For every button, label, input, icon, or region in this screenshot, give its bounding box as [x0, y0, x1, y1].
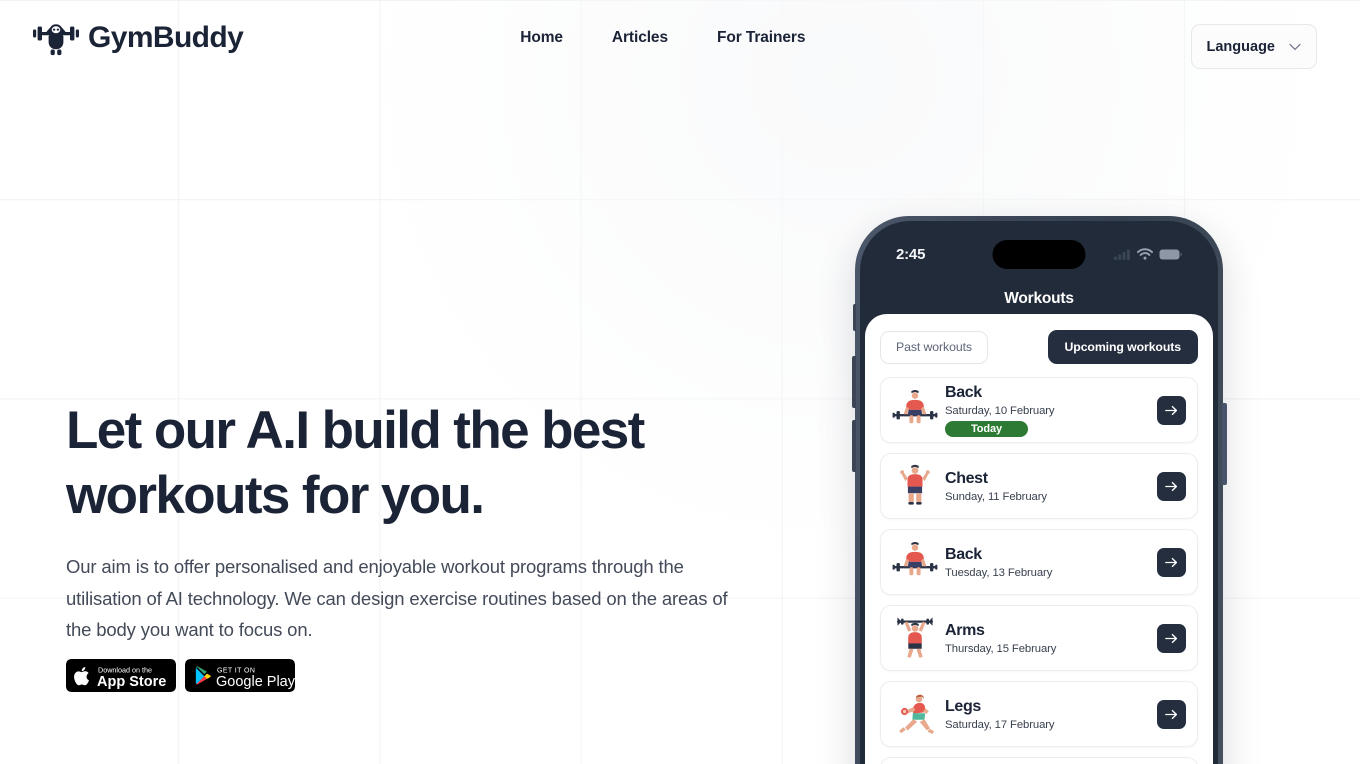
hero-paragraph: Our aim is to offer personalised and enj…: [66, 556, 728, 640]
battery-icon: [1159, 249, 1182, 259]
workout-card[interactable]: Back Tuesday, 13 February: [880, 529, 1198, 595]
app-store-badges: Download on the App Store GET IT ON Goog…: [66, 658, 706, 692]
svg-text:App Store: App Store: [97, 674, 166, 690]
deadlift-icon: [892, 390, 938, 424]
hero-headline: Let our A.I build the best workouts for …: [66, 401, 645, 525]
workout-name: Back: [945, 545, 982, 563]
workout-list: Back Saturday, 10 February Today Chest S…: [880, 377, 1198, 764]
workout-open-button[interactable]: [1157, 471, 1186, 501]
chevron-down-icon: [1289, 43, 1301, 50]
workout-date: Sunday, 11 February: [945, 490, 1047, 503]
workout-date: Tuesday, 13 February: [945, 566, 1053, 579]
language-label: Language: [1206, 38, 1275, 55]
workout-card[interactable]: Chest Monday, 19 February: [880, 757, 1198, 764]
arrow-right-icon: [1165, 633, 1178, 643]
app-screen-title: Workouts: [1004, 290, 1074, 307]
status-badge: Today: [945, 421, 1029, 437]
workout-date: Saturday, 10 February: [945, 405, 1055, 417]
workout-card[interactable]: Chest Sunday, 11 February: [880, 453, 1198, 519]
workout-tabs: Past workouts Upcoming workouts: [880, 330, 1198, 364]
hero-section: Let our A.I build the best workouts for …: [66, 398, 728, 692]
app-store-badge[interactable]: Download on the App Store: [66, 658, 176, 692]
workout-info: Arms Thursday, 15 February: [945, 621, 1157, 656]
svg-text:Google Play: Google Play: [216, 674, 295, 690]
phone-mockup: 2:45 Workouts Past workouts Upcoming wor…: [851, 216, 1227, 764]
dynamic-island: [992, 240, 1086, 269]
app-content: Past workouts Upcoming workouts Back Sat…: [865, 314, 1213, 764]
nav-item-home[interactable]: Home: [520, 29, 563, 47]
nav-item-articles[interactable]: Articles: [612, 29, 668, 47]
arrow-right-icon: [1165, 405, 1178, 415]
phone-volume-down-button: [851, 420, 856, 472]
phone-screen: 2:45 Workouts Past workouts Upcoming wor…: [865, 226, 1213, 764]
phone-frame: 2:45 Workouts Past workouts Upcoming wor…: [851, 216, 1227, 764]
weightlifter-icon: [33, 24, 79, 56]
workout-card[interactable]: Legs Saturday, 17 February: [880, 681, 1198, 747]
phone-power-button: [1222, 403, 1227, 485]
tab-upcoming-workouts[interactable]: Upcoming workouts: [1047, 330, 1198, 364]
arrow-right-icon: [1165, 709, 1178, 719]
google-play-badge[interactable]: GET IT ON Google Play: [185, 658, 295, 692]
workout-open-button[interactable]: [1157, 699, 1186, 729]
deadlift-icon: [892, 542, 938, 576]
wifi-icon: [1137, 248, 1153, 260]
workout-name: Legs: [945, 697, 981, 715]
chest-press-icon: [900, 464, 930, 505]
main-nav: Home Articles For Trainers: [520, 29, 805, 47]
workout-open-button[interactable]: [1157, 547, 1186, 577]
workout-info: Back Saturday, 10 February Today: [945, 383, 1157, 437]
tab-past-workouts[interactable]: Past workouts: [880, 330, 988, 364]
workout-open-button[interactable]: [1157, 395, 1186, 425]
lunge-icon: [899, 694, 934, 734]
workout-date: Thursday, 15 February: [945, 642, 1057, 655]
overhead-press-icon: [897, 617, 933, 658]
workout-card[interactable]: Arms Thursday, 15 February: [880, 605, 1198, 671]
workout-name: Arms: [945, 621, 985, 639]
phone-mute-switch: [852, 304, 856, 331]
workout-card[interactable]: Back Saturday, 10 February Today: [880, 377, 1198, 443]
workout-info: Legs Saturday, 17 February: [945, 697, 1157, 732]
workout-name: Chest: [945, 469, 988, 487]
workout-date: Saturday, 17 February: [945, 718, 1055, 731]
status-time: 2:45: [896, 245, 926, 263]
language-selector[interactable]: Language: [1190, 24, 1317, 69]
workout-info: Chest Sunday, 11 February: [945, 469, 1157, 504]
status-bar: 2:45: [865, 226, 1213, 282]
workout-open-button[interactable]: [1157, 623, 1186, 653]
arrow-right-icon: [1165, 557, 1178, 567]
arrow-right-icon: [1165, 481, 1178, 491]
status-icons: [1114, 248, 1182, 260]
workout-name: Back: [945, 384, 982, 401]
workout-info: Back Tuesday, 13 February: [945, 545, 1157, 580]
nav-item-for-trainers[interactable]: For Trainers: [717, 29, 805, 47]
logo[interactable]: GymBuddy: [33, 18, 244, 58]
logo-text: GymBuddy: [88, 21, 244, 54]
phone-volume-up-button: [851, 356, 856, 408]
cellular-signal-icon: [1114, 249, 1130, 260]
site-header: GymBuddy Home Articles For Trainers Lang…: [0, 0, 1360, 76]
